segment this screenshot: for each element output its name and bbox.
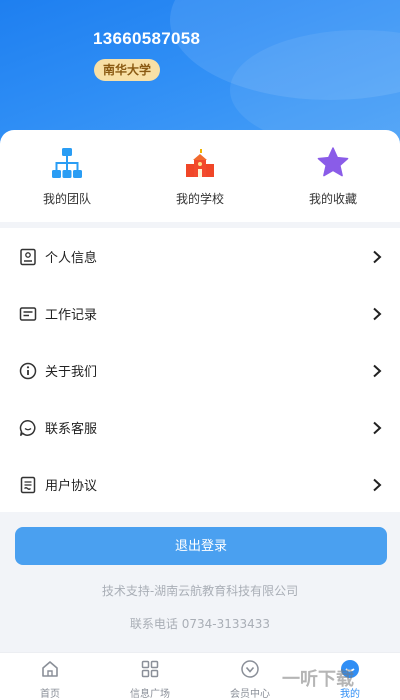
quick-label: 我的团队	[42, 192, 91, 206]
record-icon	[19, 306, 37, 321]
home-icon	[42, 661, 58, 677]
grid-icon	[141, 660, 159, 678]
quick-label: 我的学校	[175, 192, 224, 206]
chevron-right-icon	[373, 421, 382, 434]
settings-menu: 个人信息 工作记录 关于我们 联系客服 用户协议	[0, 228, 400, 512]
logout-button[interactable]: 退出登录	[15, 527, 387, 565]
member-icon	[241, 660, 259, 678]
menu-label: 关于我们	[45, 365, 98, 380]
tab-label: 首页	[40, 689, 60, 700]
quick-my-team[interactable]: 我的团队	[17, 146, 117, 207]
id-card-icon	[20, 248, 36, 265]
chevron-right-icon	[373, 307, 382, 320]
chat-icon	[19, 419, 36, 436]
tech-support-text: 技术支持-湖南云航教育科技有限公司	[101, 584, 299, 598]
info-icon	[19, 362, 37, 379]
agreement-icon	[20, 476, 36, 493]
chevron-right-icon	[373, 250, 382, 263]
quick-my-favorites[interactable]: 我的收藏	[283, 146, 383, 207]
star-icon	[317, 147, 349, 177]
menu-label: 联系客服	[45, 422, 98, 437]
menu-label: 个人信息	[45, 251, 98, 266]
quick-my-school[interactable]: 我的学校	[150, 146, 250, 207]
school-building-icon	[186, 149, 214, 177]
menu-item-work-record[interactable]: 工作记录	[0, 285, 400, 342]
menu-item-about-us[interactable]: 关于我们	[0, 342, 400, 399]
menu-label: 工作记录	[45, 308, 98, 323]
site-watermark: 一听下载	[282, 669, 354, 690]
chevron-right-icon	[373, 478, 382, 491]
contact-phone-text: 联系电话 0734-3133433	[129, 617, 271, 631]
quick-label: 我的收藏	[308, 192, 357, 206]
tab-label: 信息广场	[130, 689, 170, 700]
team-hierarchy-icon	[52, 148, 82, 178]
school-badge: 南华大学	[94, 59, 161, 81]
tab-home[interactable]: 首页	[0, 653, 100, 700]
menu-item-user-agreement[interactable]: 用户协议	[0, 456, 400, 513]
tab-info-square[interactable]: 信息广场	[100, 653, 200, 700]
chevron-right-icon	[373, 364, 382, 377]
profile-header: 13660587058 南华大学	[0, 0, 400, 150]
menu-label: 用户协议	[45, 479, 98, 494]
user-phone: 13660587058	[93, 29, 201, 48]
menu-item-customer-service[interactable]: 联系客服	[0, 399, 400, 456]
menu-item-personal-info[interactable]: 个人信息	[0, 228, 400, 285]
